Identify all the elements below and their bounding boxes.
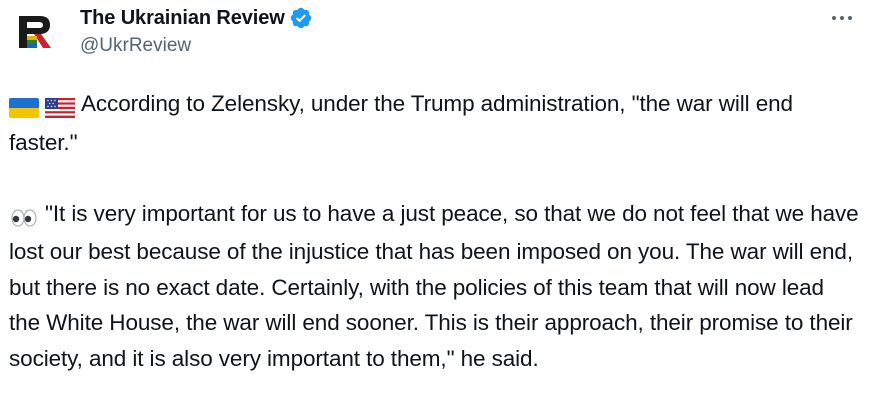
display-name-row: The Ukrainian Review (80, 4, 313, 32)
tweet-header: The Ukrainian Review @UkrReview (0, 0, 871, 70)
tweet-paragraph-1: According to Zelensky, under the Trump a… (9, 86, 859, 160)
tweet-paragraph-2-text: "It is very important for us to have a j… (9, 200, 859, 371)
more-options-button[interactable] (827, 6, 857, 30)
us-flag-icon (45, 89, 75, 125)
display-name[interactable]: The Ukrainian Review (80, 7, 285, 30)
more-dot-icon (840, 16, 844, 20)
more-dot-icon (848, 16, 852, 20)
ukraine-flag-icon (9, 89, 39, 125)
ukrainian-review-logo (10, 6, 62, 58)
tweet-paragraph-2: "It is very important for us to have a j… (9, 196, 859, 377)
author-handle[interactable]: @UkrReview (80, 35, 313, 57)
verified-badge-icon[interactable] (289, 6, 313, 30)
more-dot-icon (832, 16, 836, 20)
eyes-icon (9, 199, 39, 235)
tweet-text: According to Zelensky, under the Trump a… (9, 86, 859, 376)
tweet-paragraph-1-text: According to Zelensky, under the Trump a… (9, 91, 793, 155)
avatar[interactable] (10, 6, 62, 58)
author-names: The Ukrainian Review @UkrReview (80, 4, 313, 57)
tweet-card: The Ukrainian Review @UkrReview Accordin… (0, 0, 871, 412)
